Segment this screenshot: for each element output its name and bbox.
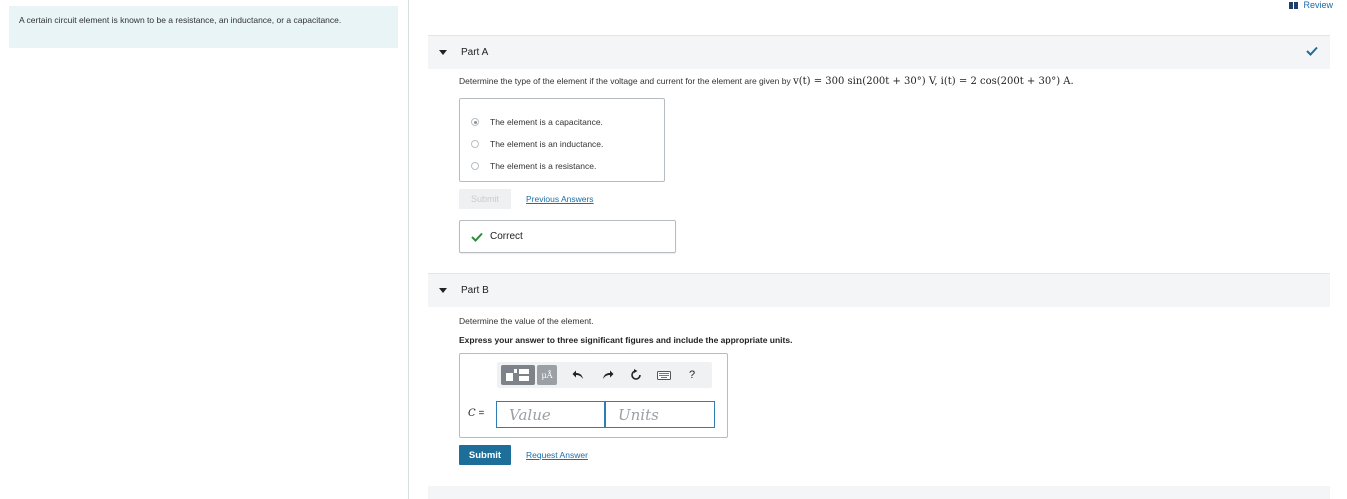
redo-icon[interactable]	[597, 365, 619, 385]
part-b-header[interactable]: Part B	[428, 273, 1330, 307]
part-b-instruction: Express your answer to three significant…	[459, 335, 793, 345]
help-icon[interactable]: ?	[681, 365, 703, 385]
review-label: Review	[1303, 0, 1333, 10]
intro-panel: A certain circuit element is known to be…	[9, 6, 398, 48]
feedback-text: Correct	[490, 231, 523, 242]
part-a-header[interactable]: Part A	[428, 35, 1330, 69]
part-a-question-math: v(t) = 300 sin(200t + 30°) V, i(t) = 2 c…	[793, 76, 1074, 87]
keyboard-icon[interactable]	[653, 365, 675, 385]
review-link[interactable]: Review	[1289, 0, 1333, 10]
choice-label: The element is a capacitance.	[490, 117, 603, 127]
review-icon	[1289, 1, 1299, 9]
choice-group: The element is a capacitance. The elemen…	[459, 98, 665, 182]
templates-button[interactable]	[501, 365, 535, 385]
part-a-question: Determine the type of the element if the…	[459, 76, 1074, 87]
request-answer-link[interactable]: Request Answer	[526, 450, 588, 460]
reset-icon[interactable]	[625, 365, 647, 385]
caret-down-icon[interactable]	[439, 288, 447, 293]
feedback-correct: Correct	[459, 220, 676, 253]
choice-resistance[interactable]: The element is a resistance.	[460, 155, 664, 177]
radio-resistance[interactable]	[471, 162, 479, 170]
previous-answers-link[interactable]: Previous Answers	[526, 194, 594, 204]
next-part-header[interactable]	[428, 486, 1330, 499]
units-button[interactable]: μÅ	[537, 365, 557, 385]
caret-down-icon[interactable]	[439, 50, 447, 55]
value-input[interactable]: Value	[496, 401, 605, 428]
math-toolbar: μÅ ?	[497, 362, 712, 388]
units-input[interactable]: Units	[605, 401, 715, 428]
radio-inductance[interactable]	[471, 140, 479, 148]
panel-divider	[408, 0, 409, 499]
part-a-title: Part A	[461, 47, 489, 58]
radio-capacitance[interactable]	[471, 118, 479, 126]
check-icon	[471, 232, 483, 242]
part-b-question: Determine the value of the element.	[459, 316, 594, 326]
variable-label: C =	[468, 408, 485, 419]
part-b-submit-button[interactable]: Submit	[459, 445, 511, 465]
answer-box: μÅ ? C = Value Units	[459, 353, 728, 438]
intro-text: A certain circuit element is known to be…	[19, 15, 342, 25]
templates-icon	[506, 369, 529, 381]
part-a-submit-button: Submit	[459, 189, 511, 209]
undo-icon[interactable]	[567, 365, 589, 385]
choice-label: The element is an inductance.	[490, 139, 604, 149]
check-icon	[1306, 46, 1318, 56]
choice-label: The element is a resistance.	[490, 161, 597, 171]
choice-capacitance[interactable]: The element is a capacitance.	[460, 111, 664, 133]
part-a-question-text: Determine the type of the element if the…	[459, 76, 794, 86]
part-b-title: Part B	[461, 285, 489, 296]
choice-inductance[interactable]: The element is an inductance.	[460, 133, 664, 155]
